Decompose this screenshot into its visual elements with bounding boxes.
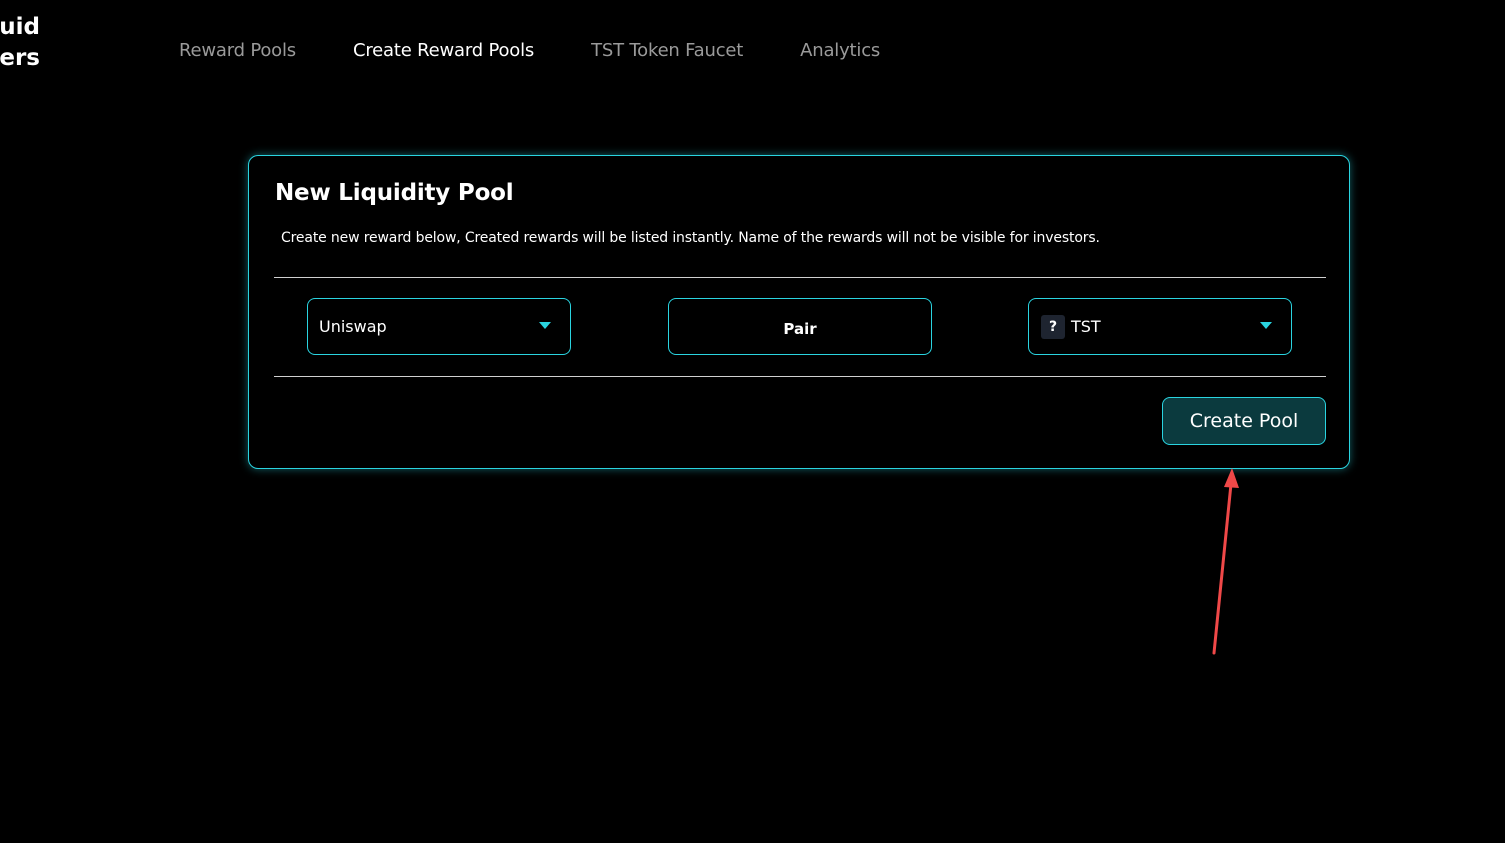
page: uid ers Reward Pools Create Reward Pools… [0, 0, 1505, 843]
red-arrow-annotation [1212, 468, 1239, 655]
new-liquidity-pool-card: New Liquidity Pool Create new reward bel… [248, 155, 1350, 469]
brand-logo[interactable]: uid ers [0, 12, 40, 74]
dex-select[interactable]: Uniswap [307, 298, 571, 355]
pair-field[interactable]: Pair [668, 298, 932, 355]
token-select-value: TST [1071, 317, 1101, 336]
brand-logo-line2: ers [0, 45, 40, 71]
nav-item-tst-token-faucet[interactable]: TST Token Faucet [591, 40, 743, 61]
chevron-down-icon [539, 322, 551, 329]
nav-item-reward-pools[interactable]: Reward Pools [179, 40, 296, 61]
create-pool-button[interactable]: Create Pool [1162, 397, 1326, 445]
dex-select-value: Uniswap [319, 317, 387, 336]
pair-field-label: Pair [783, 319, 817, 338]
divider-top [274, 277, 1326, 278]
token-select[interactable]: ? TST [1028, 298, 1292, 355]
card-title: New Liquidity Pool [275, 180, 514, 206]
chevron-down-icon [1260, 322, 1272, 329]
nav-item-analytics[interactable]: Analytics [800, 40, 880, 61]
brand-logo-line1: uid [0, 14, 40, 40]
card-description: Create new reward below, Created rewards… [281, 230, 1100, 246]
nav-item-create-reward-pools[interactable]: Create Reward Pools [353, 40, 534, 61]
divider-bottom [274, 376, 1326, 377]
top-nav: Reward Pools Create Reward Pools TST Tok… [179, 36, 937, 64]
unknown-token-icon: ? [1041, 314, 1065, 339]
